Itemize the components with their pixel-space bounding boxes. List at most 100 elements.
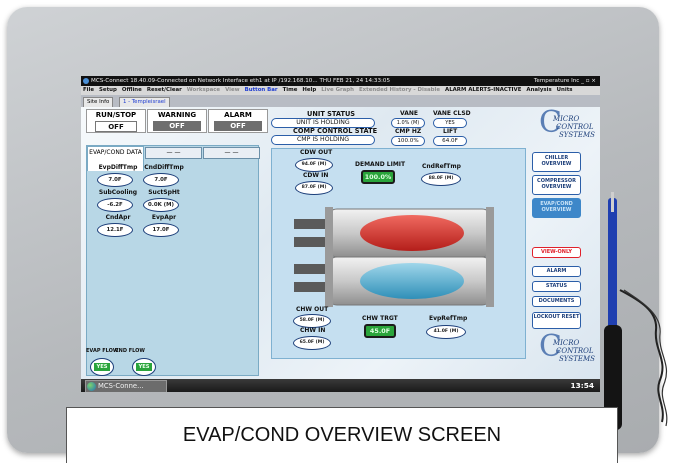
cnd-ref-tmp-value: 88.0F (M): [421, 172, 461, 186]
main-area: RUN/STOP OFF WARNING OFF ALARM OFF UNIT …: [81, 105, 600, 379]
chw-in-value: 65.0F (M): [293, 336, 331, 350]
menu-item-help[interactable]: Help: [302, 87, 316, 93]
view-only-button[interactable]: VIEW-ONLY: [532, 247, 581, 258]
warning-box: WARNING OFF: [147, 109, 207, 133]
cnd-flow-value: YES: [136, 363, 152, 371]
condenser-fill: [360, 215, 464, 251]
app-icon: [83, 78, 89, 84]
compressor-overview-button[interactable]: COMPRESSOR OVERVIEW: [532, 175, 581, 195]
alarm-label: ALARM: [224, 111, 252, 119]
cdw-out-value: 94.0F (M): [295, 158, 333, 172]
demand-limit-label: DEMAND LIMIT: [355, 161, 406, 168]
menu-item-analysis[interactable]: Analysis: [526, 87, 551, 93]
cnd-ref-tmp-label: CndRefTmp: [422, 163, 461, 170]
evap-flow-label: EVAP FLOW: [86, 348, 119, 354]
window-titlebar: MCS-Connect 18.40.09-Connected on Networ…: [81, 76, 600, 86]
evp-ref-tmp-label: EvpRefTmp: [429, 315, 468, 322]
logo-line1: MICRO: [553, 115, 580, 123]
menu-item-alarm-alerts-inactive[interactable]: ALARM ALERTS-INACTIVE: [445, 87, 521, 93]
vane-clsd-label: VANE CLSD: [433, 110, 471, 117]
field-value: -6.2F: [97, 198, 133, 212]
window-title-right[interactable]: Temperature Inc _ ▫ ×: [534, 76, 596, 86]
menu-item-time[interactable]: Time: [283, 87, 298, 93]
evap-cond-overview-button[interactable]: EVAP/COND OVERVIEW: [532, 198, 581, 218]
field-label: CndApr: [105, 214, 131, 221]
chiller-overview-button[interactable]: CHILLER OVERVIEW: [532, 152, 581, 172]
logo-top: C MICRO CONTROL SYSTEMS: [537, 105, 595, 141]
alarm-button[interactable]: ALARM: [532, 266, 581, 277]
menu-item-view[interactable]: View: [225, 87, 240, 93]
chw-trgt-value[interactable]: 45.0F: [364, 324, 396, 338]
field-label: EvpApr: [151, 214, 177, 221]
status-button[interactable]: STATUS: [532, 281, 581, 292]
lift-label: LIFT: [443, 128, 458, 135]
run-stop-label: RUN/STOP: [95, 111, 137, 119]
app-globe-icon: [87, 381, 96, 391]
evap-flow-value: YES: [94, 363, 110, 371]
field-value: 7.0F: [143, 173, 179, 187]
cmp-hz-value: 100.0%: [391, 136, 425, 146]
logo-line3: SYSTEMS: [559, 131, 595, 139]
menu-item-workspace[interactable]: Workspace: [187, 87, 220, 93]
field-value: 17.0F: [143, 223, 179, 237]
tab-blank-2[interactable]: — —: [203, 147, 260, 159]
pen-barrel: [608, 198, 617, 328]
field-value: 0.0K (M): [143, 198, 179, 212]
demand-limit-value[interactable]: 100.0%: [361, 170, 395, 184]
logo-line3: SYSTEMS: [559, 355, 595, 363]
field-label: CndDiffTmp: [144, 164, 184, 171]
documents-button[interactable]: DOCUMENTS: [532, 296, 581, 307]
run-stop-value[interactable]: OFF: [95, 121, 137, 132]
logo-line1: MICRO: [553, 339, 580, 347]
menu-item-units[interactable]: Units: [557, 87, 573, 93]
menu-item-reset-clear[interactable]: Reset/Clear: [147, 87, 182, 93]
run-stop-box: RUN/STOP OFF: [86, 109, 146, 133]
menu-item-live-graph[interactable]: Live Graph: [321, 87, 354, 93]
warning-value[interactable]: OFF: [153, 121, 201, 131]
vessel-diagram-panel: CDW OUT 94.0F (M) CDW IN 87.0F (M) DEMAN…: [271, 148, 526, 359]
chw-in-label: CHW IN: [300, 327, 326, 334]
app-screen: MCS-Connect 18.40.09-Connected on Networ…: [81, 76, 600, 392]
logo-bottom: C MICRO CONTROL SYSTEMS: [537, 329, 595, 365]
window-title: MCS-Connect 18.40.09-Connected on Networ…: [91, 78, 391, 84]
logo-line2: CONTROL: [556, 347, 594, 355]
stylus-pen-icon: [604, 192, 668, 430]
menu-item-extended-history-disable[interactable]: Extended History - Disable: [359, 87, 440, 93]
tab-row: Site Info 1 - Templeisrael: [81, 95, 600, 108]
menu-item-setup[interactable]: Setup: [99, 87, 117, 93]
field-label: SubCooling: [98, 189, 138, 196]
menu-bar: File Setup Offline Reset/Clear Workspace View…: [81, 86, 600, 95]
chw-out-value: 58.0F (M): [293, 314, 331, 328]
vane-label: VANE: [400, 110, 418, 117]
cdw-in-label: CDW IN: [303, 172, 329, 179]
chw-trgt-label: CHW TRGT: [362, 315, 398, 322]
field-label: SuctSpHt: [148, 189, 180, 196]
menu-item-file[interactable]: File: [83, 87, 94, 93]
comp-state-value: CMP IS HOLDING: [271, 135, 375, 145]
menu-item-button-bar[interactable]: Button Bar: [245, 87, 278, 93]
evp-ref-tmp-value: 41.0F (M): [426, 325, 466, 339]
taskbar: MCS-Conne... 13:54: [81, 379, 600, 392]
field-value: 12.1F: [97, 223, 133, 237]
caption: EVAP/COND OVERVIEW SCREEN: [66, 407, 618, 463]
lockout-reset-button[interactable]: LOCKOUT RESET: [532, 312, 581, 329]
alarm-value[interactable]: OFF: [214, 121, 262, 131]
unit-status-label: UNIT STATUS: [307, 110, 356, 118]
evaporator-fill: [360, 263, 464, 299]
warning-label: WARNING: [157, 111, 197, 119]
evap-cond-data-panel: EVAP/COND DATA — — — — EvpDiffTmp 7.0F Cnd…: [86, 145, 260, 376]
field-value: 7.0F: [97, 173, 133, 187]
taskbar-app-label: MCS-Conne...: [98, 382, 144, 390]
chw-out-label: CHW OUT: [296, 306, 329, 313]
evap-flow-oval: YES: [90, 358, 114, 376]
cdw-in-value: 87.0F (M): [295, 181, 333, 195]
cdw-out-label: CDW OUT: [300, 149, 333, 156]
menu-item-offline[interactable]: Offline: [122, 87, 142, 93]
vane-value: 1.0% (M): [391, 118, 425, 128]
taskbar-clock: 13:54: [570, 381, 594, 390]
tab-blank-1[interactable]: — —: [145, 147, 202, 159]
taskbar-app-button[interactable]: MCS-Conne...: [85, 380, 167, 392]
left-end-cap: [325, 207, 333, 307]
alarm-box: ALARM OFF: [208, 109, 268, 133]
panel-tabs: EVAP/COND DATA — — — —: [87, 146, 260, 171]
